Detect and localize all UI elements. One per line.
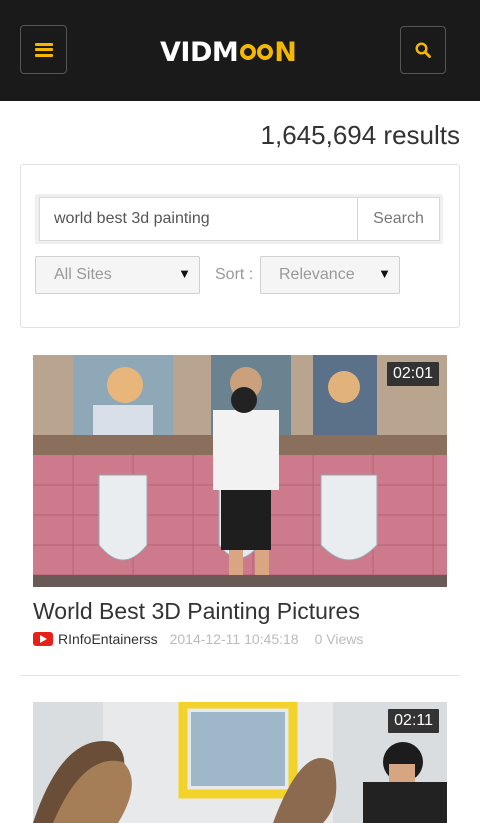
search-submit-button[interactable]: Search (358, 197, 440, 241)
card-divider (20, 675, 460, 676)
site-filter-select[interactable]: All Sites ▼ (35, 256, 200, 294)
search-panel: Search All Sites ▼ Sort : Relevance ▼ (20, 164, 460, 328)
video-thumbnail[interactable]: 02:11 (33, 702, 447, 823)
dropdown-arrow-icon: ▼ (378, 266, 391, 281)
view-count: 0 Views (314, 631, 364, 647)
search-input[interactable] (39, 197, 358, 241)
upload-date: 2014-12-11 10:45:18 (169, 631, 299, 647)
dropdown-arrow-icon: ▼ (178, 266, 191, 281)
video-meta: RInfoEntainerss 2014-12-11 10:45:18 0 Vi… (33, 631, 363, 647)
results-count: 1,645,694 results (260, 120, 460, 150)
site-filter-value: All Sites (54, 266, 112, 283)
video-duration: 02:01 (386, 362, 439, 386)
search-bar: Search (35, 194, 443, 244)
sort-value: Relevance (279, 266, 355, 283)
channel-name[interactable]: RInfoEntainerss (58, 631, 158, 647)
hamburger-icon (34, 42, 53, 57)
thumbnail-image (33, 702, 447, 823)
menu-button[interactable] (20, 25, 67, 74)
video-thumbnail[interactable]: 02:01 (33, 355, 447, 587)
vidmoon-logo[interactable]: VIDM N (160, 36, 297, 68)
search-icon (415, 42, 431, 58)
top-header: VIDM N (0, 0, 480, 101)
video-duration: 02:11 (388, 709, 439, 733)
sort-select[interactable]: Relevance ▼ (260, 256, 400, 294)
thumbnail-image (33, 355, 447, 587)
header-search-button[interactable] (400, 26, 446, 74)
video-title[interactable]: World Best 3D Painting Pictures (33, 598, 360, 625)
youtube-icon (33, 632, 53, 646)
sort-label: Sort : (215, 266, 254, 283)
